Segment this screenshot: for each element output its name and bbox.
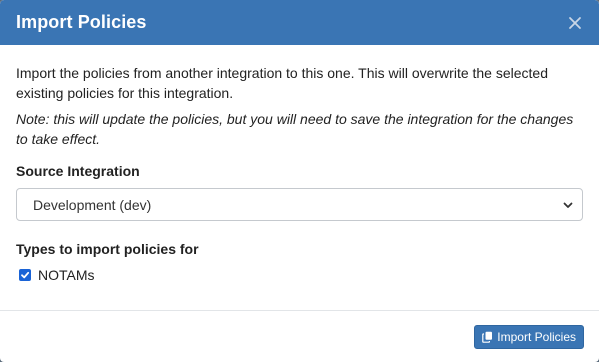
source-integration-select[interactable]: Development (dev)	[16, 188, 583, 221]
dialog-note: Note: this will update the policies, but…	[16, 111, 574, 147]
notams-checkbox-label: NOTAMs	[38, 267, 95, 283]
source-integration-label: Source Integration	[16, 163, 140, 179]
dialog-body: Import the policies from another integra…	[0, 45, 599, 283]
dialog-footer: Import Policies	[0, 310, 599, 362]
import-policies-button-label: Import Policies	[497, 330, 576, 344]
dialog-description: Import the policies from another integra…	[16, 65, 548, 101]
dialog-header: Import Policies	[0, 0, 599, 45]
close-button[interactable]	[561, 9, 589, 37]
chevron-down-icon	[563, 202, 573, 208]
import-policies-dialog: Import Policies Import the policies from…	[0, 0, 599, 362]
types-label: Types to import policies for	[16, 241, 199, 257]
source-integration-value: Development (dev)	[33, 196, 152, 213]
close-icon	[569, 16, 581, 29]
check-icon	[21, 271, 30, 279]
notams-checkbox-row: NOTAMs	[16, 267, 583, 283]
import-policies-button[interactable]: Import Policies	[474, 325, 584, 349]
dialog-title: Import Policies	[16, 12, 147, 32]
notams-checkbox[interactable]	[19, 269, 31, 281]
copy-icon	[482, 331, 493, 343]
